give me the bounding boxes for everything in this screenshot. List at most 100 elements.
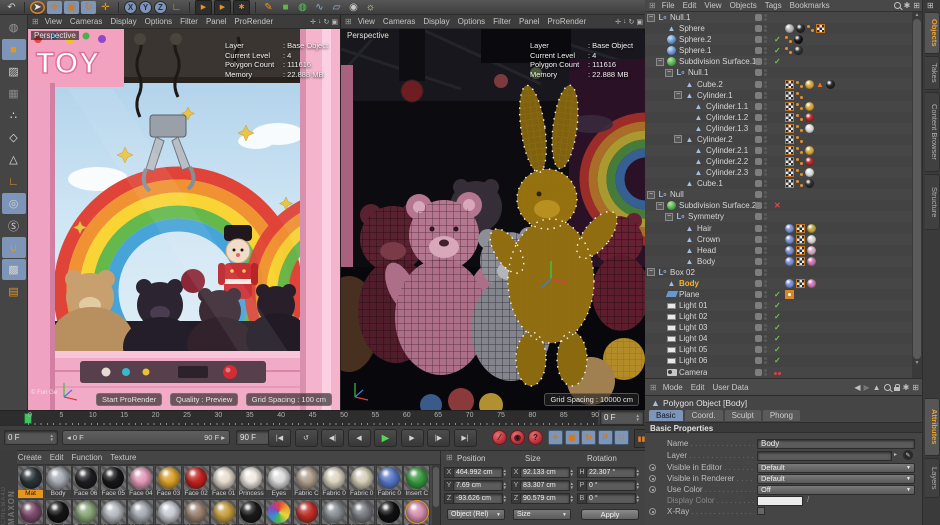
lock-y-axis-icon[interactable]: Y <box>139 1 152 14</box>
selection-tag-icon[interactable] <box>785 102 794 111</box>
search-icon[interactable] <box>894 2 901 9</box>
uvw-tag-icon[interactable] <box>785 46 792 55</box>
falloff-mode-icon[interactable]: ▤ <box>2 281 26 302</box>
material-princess-0-8[interactable]: Princess <box>238 465 265 498</box>
toggle-view-icon[interactable]: ▣ <box>331 18 338 26</box>
autokeying-button[interactable]: ◉ <box>510 430 525 445</box>
viewport-right[interactable]: ⊞ ViewCamerasDisplayOptionsFilterPanelPr… <box>340 15 645 410</box>
anim-dot-icon[interactable] <box>649 486 656 493</box>
play-reverse-button[interactable]: ↺ <box>295 429 318 447</box>
position-x-field[interactable]: X464.992 cm▲▼ <box>444 467 507 478</box>
expander-icon[interactable]: − <box>665 213 673 221</box>
material-sign-1-0[interactable]: Sign <box>17 499 44 525</box>
material-tag-icon[interactable] <box>805 146 814 155</box>
start-prorender-button[interactable]: Start ProRender <box>96 393 162 406</box>
material-fabric-p-1-14[interactable]: Fabric P <box>403 499 430 525</box>
tree-item-cube-2[interactable]: ▲Cube.2▲ <box>645 78 912 89</box>
material-fabric-0-0-12[interactable]: Fabric 0 <box>348 465 375 498</box>
material-tag-icon[interactable] <box>794 46 803 55</box>
visibility-toggles[interactable] <box>755 114 767 121</box>
tree-item-camera[interactable]: Camera <box>645 367 912 378</box>
viewport-solo-icon[interactable]: ◎ <box>2 193 26 214</box>
tree-item-cube-1[interactable]: ▲Cube.1 <box>645 178 912 189</box>
last-tool-icon[interactable]: ✛ <box>98 1 113 14</box>
selection-tag-icon[interactable] <box>816 24 825 33</box>
use-color-dropdown[interactable]: Off▼ <box>757 485 915 495</box>
tree-item-null-1[interactable]: −LoNull.1 <box>645 12 912 23</box>
material-bonbon-1-9[interactable]: Bonbon <box>265 499 292 525</box>
material-fabric-0-1-2[interactable]: Fabric 0 <box>72 499 99 525</box>
tab-phong[interactable]: Phong <box>763 410 800 421</box>
material-tag-icon[interactable] <box>805 124 814 133</box>
panel-grid-icon[interactable]: ⊞ <box>345 17 352 26</box>
snap-settings-icon[interactable]: Ⓢ <box>2 215 26 236</box>
visibility-toggles[interactable] <box>755 25 767 32</box>
mode-menu-edit[interactable]: Edit <box>687 383 709 392</box>
rotate-view-icon[interactable]: ↻ <box>324 18 330 26</box>
points-mode-icon[interactable]: ∴ <box>2 105 26 126</box>
visible-editor-dropdown[interactable]: Default▼ <box>757 463 915 473</box>
material-tag-icon[interactable] <box>785 257 794 266</box>
lock-x-axis-icon[interactable]: X <box>124 1 137 14</box>
panel-grid-icon[interactable]: ⊞ <box>649 1 656 10</box>
tree-item-cylinder-1-2[interactable]: ▲Cylinder.1.2 <box>645 112 912 123</box>
visibility-toggles[interactable] <box>755 92 767 99</box>
selection-tag-icon[interactable] <box>796 257 805 266</box>
coord-mode-dropdown[interactable]: Object (Rel)▼ <box>447 509 505 520</box>
visibility-toggles[interactable] <box>755 169 767 176</box>
move-tool-icon[interactable]: ✛ <box>47 1 62 14</box>
position-y-field[interactable]: Y7.69 cm▲▼ <box>444 480 507 491</box>
viewport-left-menu-options[interactable]: Options <box>141 17 177 26</box>
add-subdivision-surface-icon[interactable]: ◍ <box>295 1 310 14</box>
material-do-not-1-10[interactable]: Do Not <box>293 499 320 525</box>
visibility-toggles[interactable] <box>755 357 767 364</box>
viewport-left-scene[interactable]: TOY Perspective Layer: Base ObjectCurren… <box>28 29 340 410</box>
preview-range-slider[interactable]: ◂ 0 F90 F ▸ <box>62 430 230 445</box>
panel-tab-takes[interactable]: Takes <box>925 56 940 90</box>
visibility-toggles[interactable] <box>755 313 767 320</box>
material-metallic-1-4[interactable]: Metallic <box>127 499 154 525</box>
rotate-tool-icon[interactable]: ↻ <box>81 1 96 14</box>
object-manager-scrollbar[interactable]: ▲▼ <box>912 12 922 378</box>
visibility-toggles[interactable] <box>755 147 767 154</box>
selection-tag-icon[interactable] <box>796 235 805 244</box>
material-tag-icon[interactable] <box>807 224 816 233</box>
render-view-icon[interactable]: ▶ <box>195 0 212 15</box>
om-menu-file[interactable]: File <box>658 1 679 10</box>
tree-item-plane[interactable]: Plane✓ <box>645 289 912 300</box>
material-face-04-0-4[interactable]: Face 04 <box>127 465 154 498</box>
key-rotation-toggle[interactable]: ↻ <box>581 430 596 445</box>
uvw-tag-icon[interactable] <box>796 124 803 133</box>
expander-icon[interactable]: − <box>647 268 655 276</box>
display-color-swatch[interactable] <box>757 496 803 506</box>
prev-frame-button[interactable]: ◀ <box>348 429 371 447</box>
material-tag-icon[interactable] <box>785 235 794 244</box>
record-keyframes-button[interactable]: ⁄ <box>492 430 507 445</box>
material-tag-icon[interactable] <box>796 24 805 33</box>
material-face-05-0-3[interactable]: Face 05 <box>100 465 127 498</box>
position-z-field[interactable]: Z-93.626 cm▲▼ <box>444 493 507 504</box>
panel-grid-icon[interactable]: ⊞ <box>446 453 453 462</box>
make-editable-icon[interactable]: ◍ <box>2 17 26 38</box>
visibility-toggles[interactable] <box>755 180 767 187</box>
section-header[interactable]: Basic Properties <box>645 422 922 433</box>
anim-dot-icon[interactable] <box>649 475 656 482</box>
nav-forward-icon[interactable]: ▶ <box>864 383 870 392</box>
next-frame-button[interactable]: ▶ <box>401 429 424 447</box>
live-selection-icon[interactable]: ➤ <box>30 1 45 14</box>
lock-icon[interactable] <box>894 387 900 391</box>
visibility-toggles[interactable] <box>755 125 767 132</box>
material-eyes-0-9[interactable]: Eyes <box>265 465 292 498</box>
expander-icon[interactable]: − <box>647 191 655 199</box>
material-tag-icon[interactable] <box>807 279 816 288</box>
material-tag-icon[interactable] <box>805 80 814 89</box>
material-tag-icon[interactable] <box>805 157 814 166</box>
visibility-toggles[interactable] <box>755 280 767 287</box>
tree-item-null-1[interactable]: −LoNull.1 <box>645 67 912 78</box>
current-frame-field[interactable]: 0 F ▲▼ <box>600 410 644 425</box>
tree-item-cylinder-2-3[interactable]: ▲Cylinder.2.3 <box>645 167 912 178</box>
mode-menu-user-data[interactable]: User Data <box>709 383 753 392</box>
uvw-tag-icon[interactable] <box>796 80 803 89</box>
material-menu-texture[interactable]: Texture <box>106 453 140 462</box>
viewport-right-menu-filter[interactable]: Filter <box>489 17 515 26</box>
